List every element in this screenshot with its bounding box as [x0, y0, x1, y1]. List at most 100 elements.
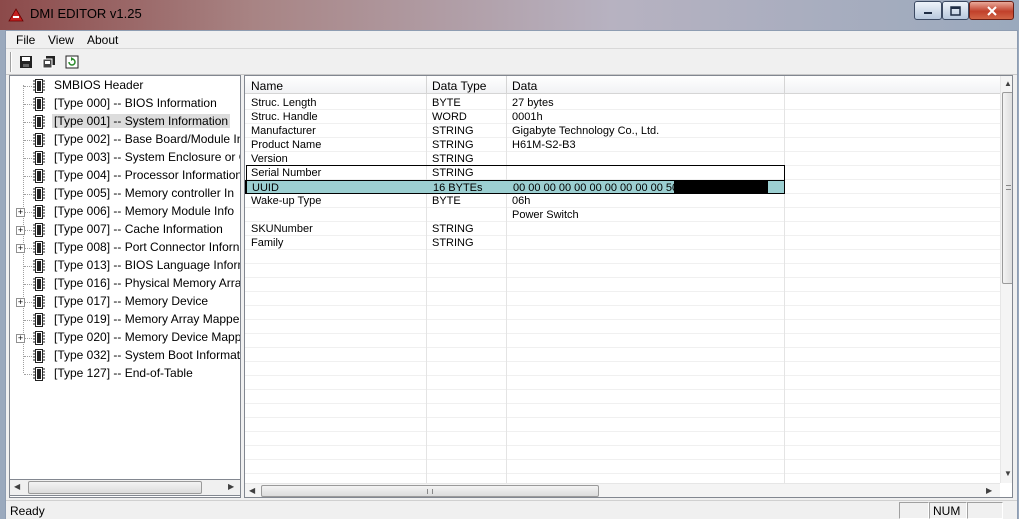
maximize-button[interactable]: [942, 1, 969, 20]
tree-item-label: [Type 032] -- System Boot Informat: [54, 348, 241, 362]
table-row[interactable]: Version STRING: [245, 152, 785, 166]
chip-icon: [33, 277, 45, 291]
expand-icon[interactable]: +: [16, 226, 25, 235]
cell-name: Version: [251, 153, 288, 165]
minimize-icon: [924, 11, 932, 14]
grid-row-line: [245, 389, 1000, 390]
table-row[interactable]: Product Name STRING H61M-S2-B3: [245, 138, 785, 152]
column-header-name[interactable]: Name: [251, 79, 283, 93]
column-divider: [784, 76, 785, 94]
tree-item-label: [Type 013] -- BIOS Language Inform: [54, 258, 241, 272]
tree-item-label: [Type 020] -- Memory Device Mapp: [54, 330, 241, 344]
scroll-down-icon[interactable]: ▼: [1004, 469, 1012, 478]
grid-row-line: [245, 445, 1000, 446]
grid-row-line: [245, 277, 1000, 278]
table-row[interactable]: Wake-up Type BYTE 06h: [245, 194, 785, 208]
cell-name: Family: [251, 237, 284, 249]
tree-item-label: [Type 019] -- Memory Array Mappe: [54, 312, 240, 326]
tree-item-label: [Type 008] -- Port Connector Inforn: [54, 240, 240, 254]
grid-row-line: [245, 305, 1000, 306]
save-icon: [20, 55, 32, 68]
tree-item[interactable]: [Type 002] -- Base Board/Module In: [10, 131, 240, 149]
scroll-right-icon[interactable]: ▶: [986, 486, 992, 495]
smbios-tree[interactable]: SMBIOS Header [Type 000] -- BIOS Informat…: [9, 75, 241, 498]
tree-item[interactable]: [Type 016] -- Physical Memory Arra: [10, 275, 241, 293]
menu-view[interactable]: View: [44, 32, 78, 48]
scroll-left-icon[interactable]: ◀: [14, 482, 20, 491]
table-row[interactable]: Struc. Length BYTE 27 bytes: [245, 96, 785, 110]
chip-icon: [33, 187, 45, 201]
grid-row-line: [245, 319, 1000, 320]
cell-data-type: STRING: [432, 237, 474, 249]
chip-icon: [33, 295, 45, 309]
tree-item[interactable]: [Type 032] -- System Boot Informat: [10, 347, 241, 365]
tree-connector-line: [24, 302, 32, 303]
chip-icon: [33, 97, 45, 111]
tree-horizontal-scrollbar[interactable]: ◀ ▶: [9, 479, 241, 496]
window-title: DMI EDITOR v1.25: [30, 6, 142, 21]
tree-item[interactable]: [Type 001] -- System Information: [10, 113, 240, 131]
tree-item[interactable]: [Type 003] -- System Enclosure or C: [10, 149, 240, 167]
tree-item-label: [Type 001] -- System Information: [52, 114, 231, 128]
menu-about[interactable]: About: [83, 32, 122, 48]
chip-icon: [33, 151, 45, 165]
tree-item[interactable]: + [Type 020] -- Memory Device Mapp: [10, 329, 241, 347]
tree-item[interactable]: [Type 004] -- Processor Information: [10, 167, 240, 185]
expand-icon[interactable]: +: [16, 244, 25, 253]
grid-vertical-scrollbar[interactable]: ▲ ▼: [1000, 76, 1012, 483]
cell-data: 06h: [512, 195, 531, 207]
menu-file[interactable]: File: [12, 32, 39, 48]
expand-icon[interactable]: +: [16, 298, 25, 307]
chip-icon: [33, 169, 45, 183]
tree-item[interactable]: + [Type 008] -- Port Connector Inforn: [10, 239, 240, 257]
menu-bar: File View About: [6, 31, 1017, 49]
save-button[interactable]: [16, 52, 36, 71]
grip-icon: [1006, 185, 1011, 190]
column-header-data-type[interactable]: Data Type: [432, 79, 486, 93]
tree-item[interactable]: [Type 127] -- End-of-Table: [10, 365, 240, 383]
tree-item[interactable]: + [Type 006] -- Memory Module Info: [10, 203, 240, 221]
grip-icon: [427, 489, 433, 494]
cell-data: Gigabyte Technology Co., Ltd.: [512, 125, 660, 137]
chip-icon: [33, 259, 45, 273]
scroll-up-icon[interactable]: ▲: [1004, 79, 1012, 88]
tree-item-label: [Type 016] -- Physical Memory Arra: [54, 276, 241, 290]
close-icon: [986, 5, 997, 16]
tree-item[interactable]: SMBIOS Header: [10, 77, 240, 95]
table-row[interactable]: Manufacturer STRING Gigabyte Technology Co…: [245, 124, 785, 138]
grid-vscroll-thumb[interactable]: [1002, 92, 1012, 284]
close-button[interactable]: [969, 1, 1014, 20]
cell-name: SKUNumber: [251, 223, 313, 235]
tree-hscroll-thumb[interactable]: [28, 481, 202, 494]
scroll-right-icon[interactable]: ▶: [228, 482, 234, 491]
column-header-data[interactable]: Data: [512, 79, 537, 93]
tree-item[interactable]: [Type 005] -- Memory controller In: [10, 185, 240, 203]
tree-item[interactable]: [Type 000] -- BIOS Information: [10, 95, 240, 113]
cell-data-type: WORD: [432, 111, 467, 123]
cell-data: 0001h: [512, 111, 543, 123]
table-row[interactable]: Power Switch: [245, 208, 785, 222]
chip-icon: [33, 223, 45, 237]
minimize-button[interactable]: [914, 1, 942, 20]
grid-row-line: [245, 361, 1000, 362]
tree-item[interactable]: + [Type 007] -- Cache Information: [10, 221, 240, 239]
scroll-left-icon[interactable]: ◀: [249, 486, 255, 495]
refresh-button[interactable]: [62, 52, 82, 71]
grid-hscroll-thumb[interactable]: [261, 485, 599, 497]
grid-row-line: [245, 347, 1000, 348]
table-row[interactable]: Family STRING: [245, 236, 785, 250]
tree-item[interactable]: [Type 013] -- BIOS Language Inform: [10, 257, 241, 275]
table-row[interactable]: SKUNumber STRING: [245, 222, 785, 236]
grid-header: Name Data Type Data: [245, 76, 1000, 94]
expand-icon[interactable]: +: [16, 334, 25, 343]
tree-item[interactable]: [Type 019] -- Memory Array Mappe: [10, 311, 240, 329]
expand-icon[interactable]: +: [16, 208, 25, 217]
tree-connector-line: [24, 248, 32, 249]
title-bar: DMI EDITOR v1.25: [0, 0, 1019, 30]
copy-button[interactable]: [39, 52, 59, 71]
grid-horizontal-scrollbar[interactable]: ◀ ▶: [245, 483, 1000, 497]
table-row[interactable]: Struc. Handle WORD 0001h: [245, 110, 785, 124]
cell-data-type: STRING: [432, 125, 474, 137]
tree-item[interactable]: + [Type 017] -- Memory Device: [10, 293, 240, 311]
tree-connector-line: [24, 140, 32, 141]
